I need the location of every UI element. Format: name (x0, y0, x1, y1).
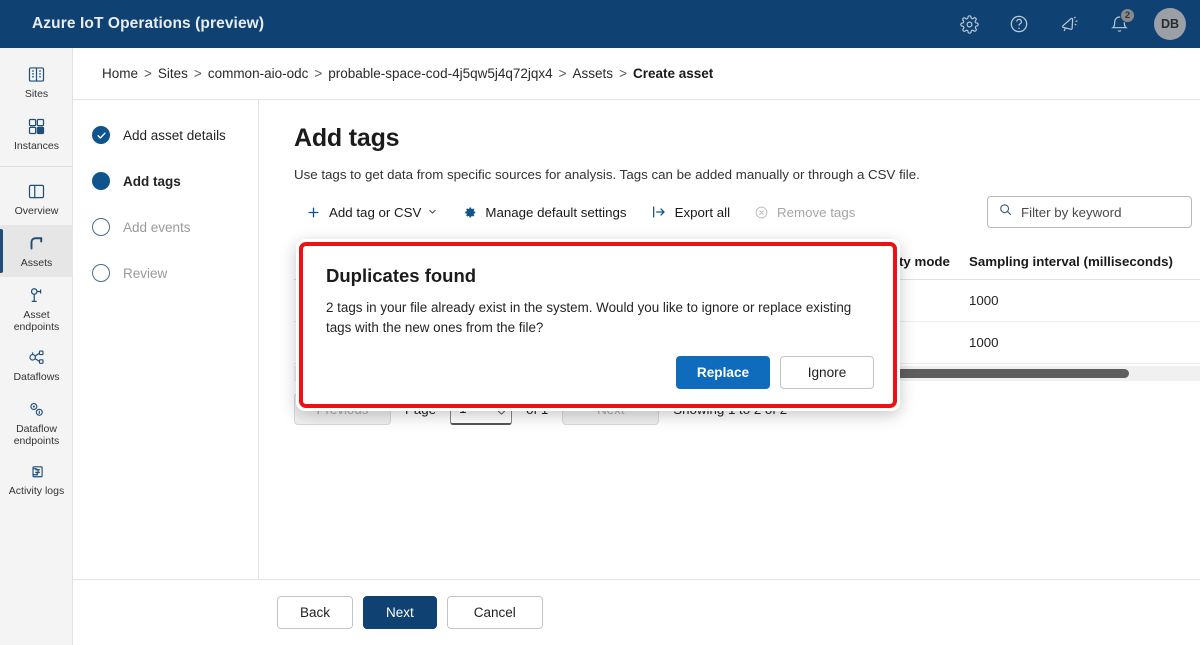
breadcrumb-current: Create asset (632, 66, 714, 81)
remove-circle-icon (754, 205, 769, 220)
row-sampling-interval-cell: 1000 (969, 279, 1200, 322)
app-root: Azure IoT Operations (preview) 2 DB Site… (0, 0, 1200, 645)
dataflow-endpoints-icon (26, 398, 47, 420)
dialog-body: Duplicates found 2 tags in your file alr… (296, 239, 900, 338)
sidebar-item-label: Asset endpoints (13, 309, 60, 333)
remove-tags-button[interactable]: Remove tags (742, 196, 867, 228)
toolbar: Add tag or CSV Manage default settings E… (294, 196, 1200, 228)
wizard-step-label: Review (123, 265, 168, 281)
sidebar-item-dataflows[interactable]: Dataflows (0, 339, 73, 391)
manage-default-settings-button[interactable]: Manage default settings (450, 196, 638, 228)
activity-logs-icon (26, 460, 47, 482)
breadcrumb-item-site[interactable]: probable-space-cod-4j5qw5j4q72jqx4 (328, 66, 552, 81)
empty-step-dot-icon (92, 264, 110, 282)
gear-icon (462, 205, 477, 220)
instances-icon (26, 115, 47, 137)
export-icon (651, 204, 667, 220)
wizard-step-add-events[interactable]: Add events (73, 218, 258, 236)
sidebar-item-instances[interactable]: Instances (0, 108, 73, 160)
sites-icon (26, 63, 47, 85)
asset-endpoints-icon (26, 284, 47, 306)
wizard-step-label: Add events (123, 219, 191, 235)
toolbar-button-label: Add tag or CSV (329, 204, 422, 220)
sidebar: Sites Instances Overview Assets Asset en… (0, 48, 73, 645)
notification-badge: 2 (1120, 8, 1135, 23)
header-actions: 2 DB (952, 0, 1200, 48)
wizard-step-add-tags[interactable]: Add tags (73, 172, 258, 190)
feedback-icon[interactable] (1052, 7, 1086, 41)
empty-step-dot-icon (92, 218, 110, 236)
toolbar-button-label: Export all (674, 204, 731, 220)
filter-search-box[interactable] (987, 196, 1192, 228)
wizard-step-label: Add tags (123, 173, 181, 189)
page-description: Use tags to get data from specific sourc… (294, 167, 920, 182)
sidebar-item-sites[interactable]: Sites (0, 56, 73, 108)
next-button[interactable]: Next (363, 596, 437, 629)
breadcrumb: Home > Sites > common-aio-odc > probable… (73, 48, 1200, 99)
search-input[interactable] (1021, 204, 1181, 220)
current-step-dot-icon (92, 172, 110, 190)
sidebar-item-assets[interactable]: Assets (0, 225, 73, 277)
page-title: Add tags (294, 124, 400, 152)
breadcrumb-separator: > (144, 66, 152, 81)
table-header-sampling-interval: Sampling interval (milliseconds) (969, 246, 1200, 280)
plus-icon (306, 205, 321, 220)
ignore-button[interactable]: Ignore (780, 356, 874, 389)
sidebar-item-label: Instances (14, 140, 59, 152)
app-title: Azure IoT Operations (preview) (32, 15, 265, 32)
dialog-message: 2 tags in your file already exist in the… (326, 300, 852, 335)
search-icon (998, 202, 1013, 222)
breadcrumb-item-home[interactable]: Home (102, 66, 138, 81)
dialog-actions: Replace Ignore (676, 356, 874, 389)
check-icon (92, 126, 110, 144)
sidebar-item-label: Dataflow endpoints (13, 423, 60, 447)
chevron-down-icon (427, 205, 438, 220)
export-all-button[interactable]: Export all (639, 196, 742, 228)
bell-icon[interactable]: 2 (1102, 7, 1136, 41)
sidebar-item-label: Dataflows (13, 371, 60, 383)
sidebar-item-label: Activity logs (8, 485, 65, 497)
add-tag-or-csv-button[interactable]: Add tag or CSV (294, 196, 450, 228)
row-sampling-interval-cell: 1000 (969, 321, 1200, 364)
wizard-footer: Back Next Cancel (73, 579, 1200, 645)
sidebar-item-label: Assets (20, 257, 53, 269)
cancel-button[interactable]: Cancel (446, 596, 543, 629)
toolbar-button-label: Remove tags (777, 204, 856, 220)
sidebar-item-dataflow-endpoints[interactable]: Dataflow endpoints (0, 391, 73, 453)
help-icon[interactable] (1002, 7, 1036, 41)
sidebar-item-label: Overview (14, 205, 59, 217)
duplicates-found-dialog: Duplicates found 2 tags in your file alr… (296, 239, 900, 411)
breadcrumb-separator: > (193, 66, 202, 81)
wizard-step-add-asset-details[interactable]: Add asset details (73, 126, 258, 144)
overview-icon (26, 180, 47, 202)
back-button[interactable]: Back (277, 596, 354, 629)
breadcrumb-item-instance[interactable]: common-aio-odc (208, 66, 309, 81)
sidebar-item-overview[interactable]: Overview (0, 173, 73, 225)
breadcrumb-item-assets[interactable]: Assets (573, 66, 614, 81)
sidebar-item-activity-logs[interactable]: Activity logs (0, 453, 73, 505)
breadcrumb-item-sites[interactable]: Sites (158, 66, 188, 81)
assets-icon (26, 232, 48, 254)
toolbar-button-label: Manage default settings (485, 204, 627, 220)
avatar[interactable]: DB (1154, 8, 1186, 40)
sidebar-item-label: Sites (24, 88, 49, 100)
sidebar-item-asset-endpoints[interactable]: Asset endpoints (0, 277, 73, 339)
wizard-step-review[interactable]: Review (73, 264, 258, 282)
top-header-bar: Azure IoT Operations (preview) 2 DB (0, 0, 1200, 48)
breadcrumb-separator: > (314, 66, 323, 81)
wizard-step-label: Add asset details (123, 127, 226, 143)
wizard-steps: Add asset details Add tags Add events Re… (73, 100, 259, 630)
sidebar-divider (0, 166, 73, 167)
dataflows-icon (26, 346, 47, 368)
dialog-title: Duplicates found (326, 265, 477, 286)
replace-button[interactable]: Replace (676, 356, 770, 389)
gear-icon[interactable] (952, 7, 986, 41)
breadcrumb-separator: > (619, 66, 627, 81)
breadcrumb-separator: > (558, 66, 567, 81)
